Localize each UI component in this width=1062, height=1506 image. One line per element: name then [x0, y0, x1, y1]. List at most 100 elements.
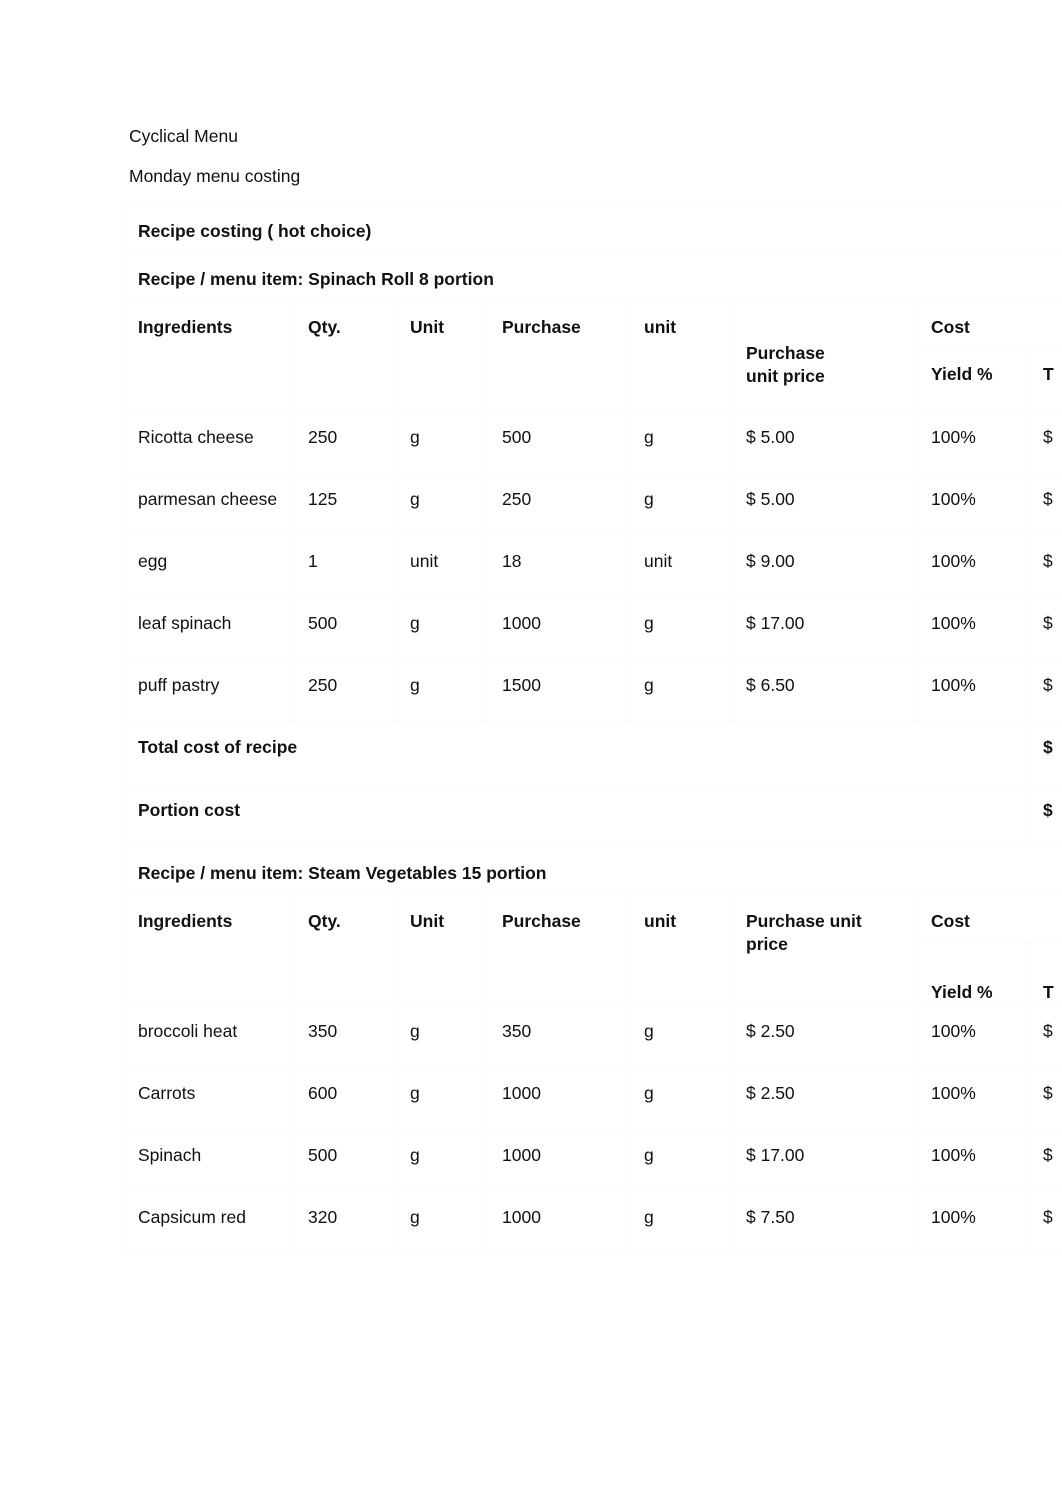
recipe-costing-table: Recipe costing ( hot choice) Recipe / me… [120, 205, 1062, 1254]
table-row: broccoli heat 350 g 350 g $ 2.50 100% $ [120, 1005, 1062, 1068]
cell-ingredient: parmesan cheese [120, 473, 291, 536]
cell-total-cost: $ [1025, 473, 1062, 536]
subtitle: Monday menu costing [129, 166, 301, 186]
total-cost-label-cell: Total cost of recipe [120, 721, 1026, 785]
cell-qty: 250 [290, 411, 393, 474]
cell-yield: 100% [913, 411, 1026, 474]
cell-yield: 100% [913, 535, 1026, 598]
cell-purchase: 1000 [484, 1129, 627, 1192]
table-row: Spinach 500 g 1000 g $ 17.00 100% $ [120, 1129, 1062, 1192]
cell-yield: 100% [913, 1129, 1026, 1192]
cell-qty: 1 [290, 535, 393, 598]
cell-purchase-unit-price: $ 17.00 [728, 1129, 914, 1192]
cell-purchase-unit-price: $ 7.50 [728, 1191, 914, 1254]
col-header-total-cost: T [1025, 348, 1062, 412]
cell-ingredient: Spinach [120, 1129, 291, 1192]
cell-purchase-unit: g [626, 1129, 729, 1192]
cell-purchase-unit: g [626, 1191, 729, 1254]
cell-purchase: 250 [484, 473, 627, 536]
col-header-purchase: Purchase [484, 895, 627, 1006]
cell-purchase: 1500 [484, 659, 627, 722]
cell-unit: g [392, 473, 485, 536]
cell-total-cost: $ [1025, 1191, 1062, 1254]
cell-yield: 100% [913, 1067, 1026, 1130]
cell-purchase-unit-price: $ 5.00 [728, 411, 914, 474]
cell-unit: g [392, 1005, 485, 1068]
table-header-row: Ingredients Qty. Unit Purchase unit Purc… [120, 301, 1062, 412]
cell-total-cost: $ [1025, 659, 1062, 722]
table-row: Ricotta cheese 250 g 500 g $ 5.00 100% $ [120, 411, 1062, 474]
cell-qty: 320 [290, 1191, 393, 1254]
cell-purchase-unit: g [626, 411, 729, 474]
cell-purchase: 1000 [484, 1067, 627, 1130]
table-row: parmesan cheese 125 g 250 g $ 5.00 100% … [120, 473, 1062, 536]
cell-qty: 250 [290, 659, 393, 722]
cell-purchase: 1000 [484, 597, 627, 660]
table-row: Recipe / menu item: Steam Vegetables 15 … [120, 847, 1062, 896]
cell-purchase-unit-price: $ 5.00 [728, 473, 914, 536]
cell-unit: unit [392, 535, 485, 598]
table-header-row: Ingredients Qty. Unit Purchase unit Purc… [120, 895, 1062, 1006]
cell-ingredient: puff pastry [120, 659, 291, 722]
col-header-cost: Cost [913, 301, 1062, 349]
cell-unit: g [392, 1129, 485, 1192]
cell-total-cost: $ [1025, 1067, 1062, 1130]
table-row: egg 1 unit 18 unit $ 9.00 100% $ [120, 535, 1062, 598]
table-row: puff pastry 250 g 1500 g $ 6.50 100% $ [120, 659, 1062, 722]
cell-qty: 125 [290, 473, 393, 536]
cell-unit: g [392, 1191, 485, 1254]
col-header-purchase-unit-price: Purchase unit price [728, 301, 914, 412]
col-header-cost: Cost [913, 895, 1062, 943]
cell-total-cost: $ [1025, 597, 1062, 660]
col-header-purchase-unit: unit [626, 301, 729, 412]
table-row: Capsicum red 320 g 1000 g $ 7.50 100% $ [120, 1191, 1062, 1254]
col-header-ingredients: Ingredients [120, 301, 291, 412]
table-row: Recipe costing ( hot choice) [120, 205, 1062, 254]
document-page: Cyclical Menu Monday menu costing Recipe… [0, 0, 1062, 1506]
col-header-yield: Yield % [913, 348, 1026, 412]
cell-purchase: 500 [484, 411, 627, 474]
cell-yield: 100% [913, 659, 1026, 722]
cell-purchase: 1000 [484, 1191, 627, 1254]
page-title: Cyclical Menu [129, 126, 238, 146]
cell-purchase-unit: g [626, 597, 729, 660]
cell-qty: 350 [290, 1005, 393, 1068]
col-header-unit: Unit [392, 301, 485, 412]
table-row: leaf spinach 500 g 1000 g $ 17.00 100% $ [120, 597, 1062, 660]
col-header-ingredients: Ingredients [120, 895, 291, 1006]
cell-qty: 500 [290, 597, 393, 660]
recipe-2-title-cell: Recipe / menu item: Steam Vegetables 15 … [120, 847, 1062, 896]
cell-purchase-unit-price: $ 17.00 [728, 597, 914, 660]
cell-purchase-unit-price: $ 2.50 [728, 1067, 914, 1130]
recipe-1-title-cell: Recipe / menu item: Spinach Roll 8 porti… [120, 253, 1062, 302]
cell-total-cost: $ [1025, 535, 1062, 598]
section-title-cell: Recipe costing ( hot choice) [120, 205, 1062, 254]
col-header-purchase-unit: unit [626, 895, 729, 1006]
cell-purchase-unit: unit [626, 535, 729, 598]
cell-ingredient: egg [120, 535, 291, 598]
portion-cost-label-cell: Portion cost [120, 784, 1026, 848]
cell-unit: g [392, 1067, 485, 1130]
table-row: Recipe / menu item: Spinach Roll 8 porti… [120, 253, 1062, 302]
cell-purchase-unit: g [626, 659, 729, 722]
col-header-total-cost: T [1025, 942, 1062, 1006]
cell-purchase-unit: g [626, 1067, 729, 1130]
cell-ingredient: Ricotta cheese [120, 411, 291, 474]
cell-total-cost: $ [1025, 1005, 1062, 1068]
table-row: Portion cost $ [120, 784, 1062, 848]
cell-ingredient: Capsicum red [120, 1191, 291, 1254]
cell-unit: g [392, 597, 485, 660]
col-header-qty: Qty. [290, 895, 393, 1006]
col-header-purchase: Purchase [484, 301, 627, 412]
cell-total-cost: $ [1025, 411, 1062, 474]
cell-qty: 500 [290, 1129, 393, 1192]
col-header-purchase-unit-price: Purchase unit price [728, 895, 914, 1006]
total-cost-value-cell: $ [1025, 721, 1062, 785]
recipe-2-title: Recipe / menu item: Steam Vegetables 15 … [138, 863, 547, 883]
recipe-1-title: Recipe / menu item: Spinach Roll 8 porti… [138, 269, 494, 289]
col-header-unit: Unit [392, 895, 485, 1006]
cell-purchase: 350 [484, 1005, 627, 1068]
cell-yield: 100% [913, 1005, 1026, 1068]
cell-total-cost: $ [1025, 1129, 1062, 1192]
cell-unit: g [392, 411, 485, 474]
